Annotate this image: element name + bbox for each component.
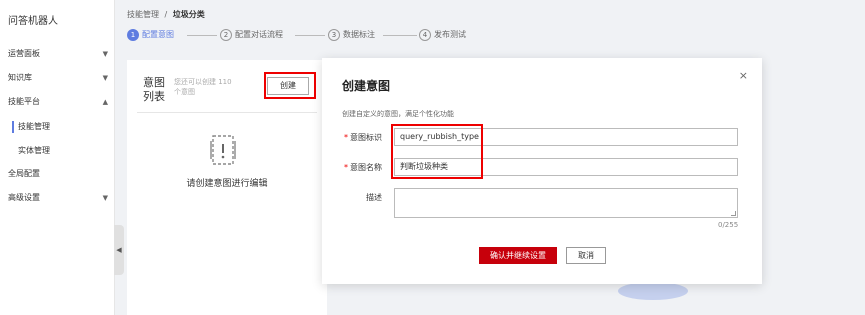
sidebar-item-label: 技能平台 — [8, 97, 40, 106]
sidebar-item-ops-panel[interactable]: 运营面板 ▼ — [8, 45, 108, 63]
empty-state-text: 请创建意图进行编辑 — [186, 179, 268, 189]
chevron-down-icon: ▼ — [102, 74, 108, 82]
breadcrumb: 技能管理 / 垃圾分类 — [127, 9, 205, 20]
intent-id-label: * 意图标识 — [322, 132, 382, 143]
divider — [137, 112, 317, 113]
sidebar-item-skill-management[interactable]: 技能管理 — [18, 118, 98, 136]
confirm-continue-button[interactable]: 确认并继续设置 — [479, 247, 557, 264]
step-configure-intent[interactable]: 1 配置意图 — [127, 28, 174, 42]
collapse-sidebar-button[interactable]: ◀ — [114, 225, 124, 275]
sidebar-item-label: 技能管理 — [18, 122, 50, 131]
highlight-form-inputs — [391, 124, 483, 179]
step-configure-dialog-flow[interactable]: 2 配置对话流程 — [220, 28, 283, 42]
intent-quota-hint: 您还可以创建 110 个意图 — [174, 78, 232, 96]
sidebar-item-advanced-settings[interactable]: 高级设置 ▼ — [8, 189, 108, 207]
step-connector — [295, 35, 325, 36]
breadcrumb-current: 垃圾分类 — [172, 10, 205, 19]
sidebar-item-label: 运营面板 — [8, 49, 40, 58]
resize-handle[interactable] — [731, 211, 736, 216]
field-label: 意图标识 — [350, 133, 382, 142]
step-label: 数据标注 — [343, 30, 375, 39]
sidebar-item-label: 实体管理 — [18, 146, 50, 155]
sidebar-item-entity-management[interactable]: 实体管理 — [18, 142, 98, 160]
decorative-illustration — [618, 282, 688, 300]
chevron-down-icon: ▼ — [102, 194, 108, 202]
step-number: 1 — [127, 28, 139, 41]
highlight-create-button — [264, 72, 316, 99]
description-textarea[interactable] — [394, 188, 738, 218]
sidebar: 问答机器人 运营面板 ▼ 知识库 ▼ 技能平台 ▲ 技能管理 实体管理 全局配置… — [0, 0, 115, 315]
cancel-button[interactable]: 取消 — [566, 247, 606, 264]
field-label: 描述 — [366, 193, 382, 202]
card-title: 意图列表 — [143, 76, 165, 103]
step-label: 配置对话流程 — [235, 30, 283, 39]
step-data-annotation[interactable]: 3 数据标注 — [328, 28, 375, 42]
breadcrumb-separator: / — [164, 10, 168, 19]
sidebar-item-label: 知识库 — [8, 73, 32, 82]
description-label: 描述 — [322, 192, 382, 203]
sidebar-item-global-config[interactable]: 全局配置 — [8, 165, 108, 183]
step-number: 3 — [328, 28, 340, 41]
step-number: 4 — [419, 28, 431, 41]
sidebar-item-skill-platform[interactable]: 技能平台 ▲ — [8, 93, 108, 111]
dialog-title: 创建意图 — [342, 79, 391, 93]
required-mark: * — [344, 133, 348, 142]
chevron-down-icon: ▼ — [102, 50, 108, 58]
dialog-subtitle: 创建自定义的意图，满足个性化功能 — [342, 110, 454, 118]
field-label: 意图名称 — [350, 163, 382, 172]
step-label: 发布测试 — [434, 30, 466, 39]
app-title: 问答机器人 — [8, 16, 58, 27]
close-icon[interactable]: × — [739, 69, 748, 82]
step-number: 2 — [220, 28, 232, 41]
chevron-up-icon: ▲ — [102, 98, 108, 106]
breadcrumb-parent[interactable]: 技能管理 — [127, 10, 159, 19]
step-label: 配置意图 — [142, 30, 174, 39]
empty-document-icon — [210, 135, 236, 165]
step-connector — [187, 35, 217, 36]
intent-name-label: * 意图名称 — [322, 162, 382, 173]
active-indicator — [12, 121, 14, 133]
char-count: 0/255 — [718, 221, 739, 229]
create-intent-dialog: 创建意图 × 创建自定义的意图，满足个性化功能 * 意图标识 query_rubb… — [322, 58, 762, 284]
step-connector — [383, 35, 417, 36]
sidebar-item-label: 高级设置 — [8, 193, 40, 202]
sidebar-item-knowledge-base[interactable]: 知识库 ▼ — [8, 69, 108, 87]
required-mark: * — [344, 163, 348, 172]
step-publish-test[interactable]: 4 发布测试 — [419, 28, 466, 42]
sidebar-item-label: 全局配置 — [8, 169, 40, 178]
